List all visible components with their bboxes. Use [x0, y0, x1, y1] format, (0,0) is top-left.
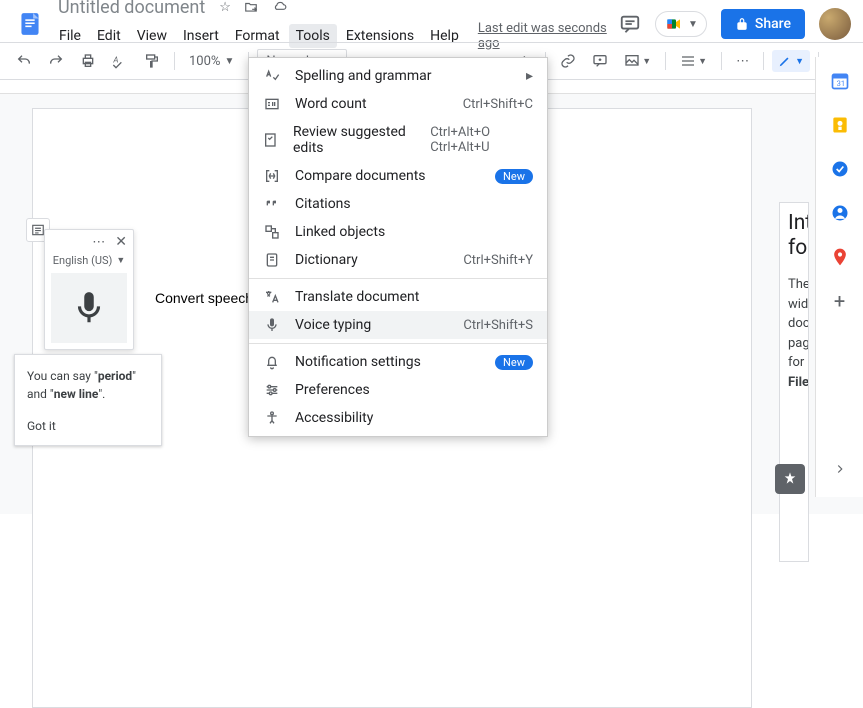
new-badge: New	[495, 169, 533, 184]
more-options-icon[interactable]: ⋯	[92, 235, 105, 250]
tools-review-suggestions[interactable]: Review suggested edits Ctrl+Alt+O Ctrl+A…	[249, 118, 547, 162]
get-addons-button[interactable]: +	[830, 291, 850, 311]
star-icon[interactable]: ☆	[219, 0, 231, 15]
linked-objects-icon	[263, 224, 281, 240]
compare-icon	[263, 168, 281, 184]
chevron-down-icon: ▼	[698, 56, 707, 67]
account-avatar[interactable]	[819, 8, 851, 40]
align-button[interactable]: ▼	[674, 48, 713, 74]
translate-icon	[263, 289, 281, 305]
show-side-panel-button[interactable]	[830, 459, 850, 479]
side-info-panel: Intfo The wid doc pag forFile	[779, 202, 809, 562]
chevron-down-icon: ▼	[224, 56, 234, 67]
svg-text:31: 31	[836, 79, 844, 88]
insert-link-button[interactable]	[554, 48, 582, 74]
microphone-icon	[263, 317, 281, 333]
voice-language-select[interactable]: English (US) ▼	[45, 254, 133, 273]
share-label: Share	[755, 16, 791, 32]
chevron-down-icon: ▼	[642, 56, 651, 67]
tools-translate[interactable]: Translate document	[249, 283, 547, 311]
preferences-icon	[263, 382, 281, 398]
calendar-app-icon[interactable]: 31	[830, 71, 850, 91]
close-icon[interactable]: ✕	[115, 234, 127, 250]
move-icon[interactable]	[243, 0, 259, 15]
tools-dictionary[interactable]: Dictionary Ctrl+Shift+Y	[249, 246, 547, 274]
insert-image-button[interactable]: ▼	[618, 48, 657, 74]
contacts-app-icon[interactable]	[830, 203, 850, 223]
tools-accessibility[interactable]: Accessibility	[249, 404, 547, 432]
tools-preferences[interactable]: Preferences	[249, 376, 547, 404]
side-panel-bar: 31 +	[815, 57, 863, 497]
chevron-down-icon: ▼	[795, 56, 804, 67]
tools-word-count[interactable]: Word count Ctrl+Shift+C	[249, 90, 547, 118]
tools-compare-documents[interactable]: Compare documents New	[249, 162, 547, 190]
submenu-arrow-icon: ▸	[526, 68, 533, 84]
open-comments-icon[interactable]	[619, 13, 641, 35]
add-comment-button[interactable]	[586, 48, 614, 74]
tools-voice-typing[interactable]: Voice typing Ctrl+Shift+S	[249, 311, 547, 339]
docs-logo[interactable]	[12, 6, 48, 42]
new-badge: New	[495, 355, 533, 370]
voice-hint-tooltip: You can say "period" and "new line". Got…	[14, 354, 162, 446]
citations-icon	[263, 196, 281, 212]
spellcheck-button[interactable]: A	[106, 48, 134, 74]
paint-format-button[interactable]	[138, 48, 166, 74]
cloud-status-icon[interactable]	[271, 0, 289, 15]
review-icon	[263, 132, 279, 148]
tools-linked-objects[interactable]: Linked objects	[249, 218, 547, 246]
keep-app-icon[interactable]	[830, 115, 850, 135]
editing-mode-button[interactable]: ▼	[772, 50, 810, 72]
tasks-app-icon[interactable]	[830, 159, 850, 179]
tooltip-got-it-button[interactable]: Got it	[27, 419, 149, 433]
wordcount-icon	[263, 96, 281, 112]
tools-citations[interactable]: Citations	[249, 190, 547, 218]
tools-notification-settings[interactable]: Notification settings New	[249, 348, 547, 376]
explore-button[interactable]	[775, 464, 805, 494]
dictionary-icon	[263, 252, 281, 268]
maps-app-icon[interactable]	[830, 247, 850, 267]
voice-typing-panel: ⋯ ✕ English (US) ▼	[44, 229, 134, 350]
share-button[interactable]: Share	[721, 9, 805, 39]
spellcheck-icon	[263, 68, 281, 84]
svg-text:A: A	[112, 55, 118, 64]
chevron-down-icon: ▼	[116, 255, 125, 266]
microphone-button[interactable]	[51, 273, 127, 343]
doc-title[interactable]: Untitled document	[52, 0, 211, 19]
print-button[interactable]	[74, 48, 102, 74]
accessibility-icon	[263, 410, 281, 426]
bell-icon	[263, 354, 281, 370]
chevron-down-icon: ▼	[688, 19, 698, 30]
tools-spelling-grammar[interactable]: Spelling and grammar ▸	[249, 62, 547, 90]
undo-button[interactable]	[10, 48, 38, 74]
zoom-select[interactable]: 100%▼	[183, 51, 240, 72]
redo-button[interactable]	[42, 48, 70, 74]
tools-dropdown: Spelling and grammar ▸ Word count Ctrl+S…	[248, 57, 548, 437]
more-tools-button[interactable]: ⋯	[730, 49, 755, 74]
meet-button[interactable]: ▼	[655, 11, 707, 37]
